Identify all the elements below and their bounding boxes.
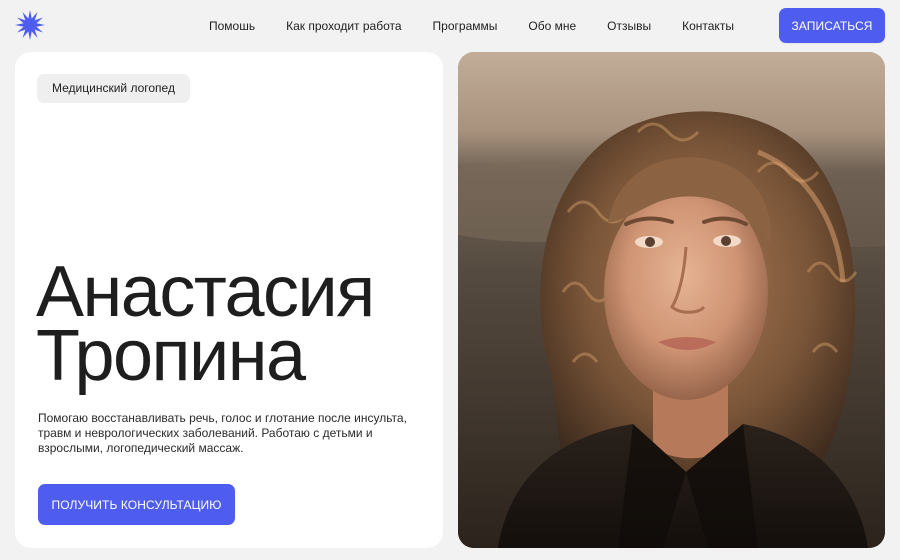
nav-link-help[interactable]: Помошь: [209, 19, 255, 33]
hero-description: Помогаю восстанавливать речь, голос и гл…: [38, 411, 407, 455]
name-first: Анастасия: [36, 252, 375, 332]
main-nav: Помошь Как проходит работа Программы Обо…: [209, 18, 734, 34]
nav-link-how-it-works[interactable]: Как проходит работа: [286, 19, 401, 33]
nav-link-contacts[interactable]: Контакты: [682, 19, 734, 33]
signup-button[interactable]: ЗАПИСАТЬСЯ: [779, 8, 885, 43]
nav-link-programs[interactable]: Программы: [433, 19, 498, 33]
specialty-badge: Медицинский логопед: [37, 74, 190, 103]
nav-link-reviews[interactable]: Отзывы: [607, 19, 651, 33]
consultation-button[interactable]: ПОЛУЧИТЬ КОНСУЛЬТАЦИЮ: [38, 484, 235, 525]
page-title: Анастасия Тропина: [36, 252, 436, 396]
site-header: Помошь Как проходит работа Программы Обо…: [0, 0, 900, 50]
nav-link-about[interactable]: Обо мне: [528, 19, 576, 33]
hero-card: Медицинский логопед Анастасия Тропина По…: [15, 52, 443, 548]
portrait-photo: [458, 52, 885, 548]
starburst-icon[interactable]: [14, 9, 46, 41]
name-last: Тропина: [36, 316, 306, 396]
